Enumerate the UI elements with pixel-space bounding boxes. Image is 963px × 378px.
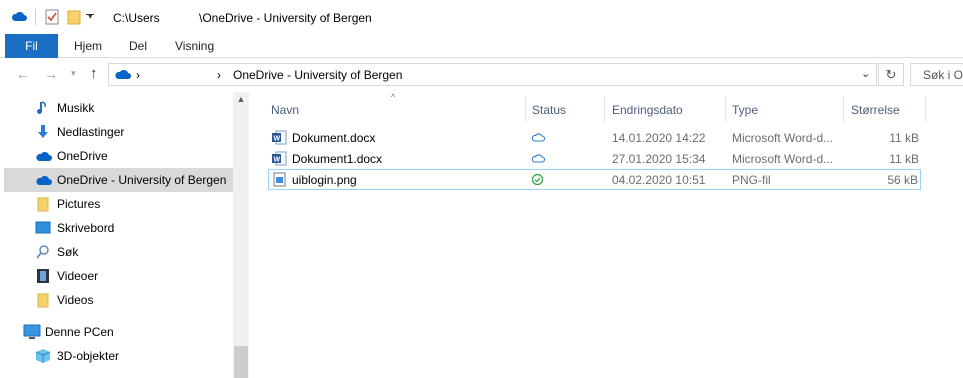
- file-row[interactable]: W Dokument1.docx 27.01.2020 15:34 Micros…: [268, 148, 921, 169]
- download-icon: [35, 124, 51, 140]
- sidebar-item-music[interactable]: Musikk: [4, 96, 233, 120]
- image-icon: [272, 172, 287, 187]
- sidebar-item-onedrive-uib[interactable]: OneDrive - University of Bergen: [4, 168, 233, 192]
- file-type: PNG-fil: [732, 173, 771, 187]
- cube-icon: [35, 348, 51, 364]
- address-dropdown-chevron-icon[interactable]: ⌄: [861, 67, 870, 80]
- sidebar-scroll-thumb[interactable]: [234, 346, 248, 378]
- new-folder-icon[interactable]: [67, 9, 81, 28]
- synced-check-icon: [531, 173, 545, 186]
- search-placeholder: Søk i On: [923, 68, 963, 82]
- customize-toolbar-icon[interactable]: ▾: [88, 11, 93, 22]
- sidebar-item-3d-objects[interactable]: 3D-objekter: [4, 344, 233, 368]
- file-date: 04.02.2020 10:51: [612, 173, 706, 187]
- sidebar-item-videos[interactable]: Videos: [4, 288, 233, 312]
- file-size: 56 kB: [887, 173, 918, 187]
- breadcrumb-location[interactable]: OneDrive - University of Bergen: [233, 68, 402, 82]
- column-header-name[interactable]: Navn: [271, 96, 525, 122]
- up-arrow-icon[interactable]: ↑: [90, 65, 98, 82]
- column-divider[interactable]: [925, 96, 926, 122]
- sidebar-item-videoer[interactable]: Videoer: [4, 264, 233, 288]
- window-path-prefix: C:\Users: [113, 11, 160, 25]
- sidebar-item-label: Nedlastinger: [57, 125, 125, 139]
- sidebar-item-label: Denne PCen: [45, 325, 114, 339]
- file-type: Microsoft Word-d...: [732, 131, 834, 145]
- folder-icon: [35, 196, 51, 212]
- sidebar-item-label: 3D-objekter: [57, 349, 120, 363]
- onedrive-cloud-icon: [11, 11, 27, 25]
- recent-locations-chevron-icon[interactable]: ▾: [71, 68, 76, 79]
- music-icon: [35, 100, 51, 116]
- folder-icon: [35, 292, 51, 308]
- properties-icon[interactable]: [45, 9, 59, 28]
- sidebar-item-desktop[interactable]: Skrivebord: [4, 216, 233, 240]
- sidebar-item-label: Skrivebord: [57, 221, 115, 235]
- back-arrow-icon[interactable]: ←: [16, 66, 30, 82]
- column-header-size[interactable]: Størrelse: [851, 96, 931, 122]
- address-bar[interactable]: › › OneDrive - University of Bergen ⌄: [108, 63, 877, 86]
- column-divider[interactable]: [843, 96, 844, 122]
- sidebar-item-search[interactable]: Søk: [4, 240, 233, 264]
- file-size: 11 kB: [889, 131, 919, 145]
- column-header-type[interactable]: Type: [732, 96, 842, 122]
- tab-file[interactable]: Fil: [5, 34, 58, 58]
- sidebar-item-label: OneDrive - University of Bergen: [57, 173, 227, 187]
- computer-icon: [23, 324, 41, 340]
- navigation-pane: Musikk Nedlastinger OneDrive OneDrive - …: [0, 92, 249, 378]
- file-row[interactable]: W Dokument.docx 14.01.2020 14:22 Microso…: [268, 127, 921, 148]
- sidebar-item-label: Videoer: [57, 269, 99, 283]
- refresh-button[interactable]: ↻: [878, 63, 904, 86]
- svg-text:W: W: [274, 136, 281, 143]
- window-path-suffix: \OneDrive - University of Bergen: [199, 11, 372, 25]
- sidebar-item-label: Pictures: [57, 197, 101, 211]
- sidebar-scrollbar[interactable]: [233, 92, 249, 378]
- sidebar-item-pictures[interactable]: Pictures: [4, 192, 233, 216]
- file-row-selected[interactable]: uiblogin.png 04.02.2020 10:51 PNG-fil 56…: [268, 169, 921, 190]
- file-date: 14.01.2020 14:22: [612, 131, 706, 145]
- search-box[interactable]: Søk i On: [910, 63, 963, 86]
- column-header-status[interactable]: Status: [532, 96, 602, 122]
- desktop-icon: [35, 220, 51, 236]
- column-header-date[interactable]: Endringsdato: [612, 96, 722, 122]
- cloud-status-icon: [531, 131, 546, 144]
- file-name: Dokument.docx: [292, 131, 376, 145]
- sidebar-item-label: OneDrive: [57, 149, 108, 163]
- toolbar-dash: [86, 14, 94, 15]
- column-divider[interactable]: [604, 96, 605, 122]
- file-type: Microsoft Word-d...: [732, 152, 834, 166]
- file-name: Dokument1.docx: [292, 152, 383, 166]
- breadcrumb-separator[interactable]: ›: [136, 68, 140, 82]
- film-icon: [35, 268, 51, 284]
- scroll-up-arrow-icon[interactable]: ▲: [233, 94, 249, 106]
- sidebar-item-onedrive[interactable]: OneDrive: [4, 144, 233, 168]
- tab-share[interactable]: Del: [129, 34, 147, 58]
- sidebar-item-this-pc[interactable]: Denne PCen: [0, 320, 221, 344]
- file-size: 11 kB: [889, 152, 919, 166]
- cloud-icon: [35, 148, 52, 164]
- refresh-icon: ↻: [885, 67, 897, 82]
- forward-arrow-icon[interactable]: →: [44, 66, 58, 82]
- sidebar-item-downloads[interactable]: Nedlastinger: [4, 120, 233, 144]
- tab-home[interactable]: Hjem: [74, 34, 102, 58]
- svg-text:W: W: [274, 157, 281, 164]
- title-bar: ▾ C:\Users \OneDrive - University of Ber…: [0, 0, 963, 34]
- search-icon: [35, 244, 51, 260]
- file-date: 27.01.2020 15:34: [612, 152, 706, 166]
- cloud-icon: [35, 172, 52, 188]
- ribbon-tabs: Fil Hjem Del Visning: [0, 34, 963, 58]
- word-icon: W: [272, 130, 287, 145]
- tab-view[interactable]: Visning: [175, 34, 214, 58]
- breadcrumb-separator[interactable]: ›: [217, 68, 221, 82]
- file-name: uiblogin.png: [292, 173, 357, 187]
- column-divider[interactable]: [525, 96, 526, 122]
- sidebar-item-label: Musikk: [57, 101, 95, 115]
- titlebar-divider: [35, 9, 36, 25]
- column-divider[interactable]: [725, 96, 726, 122]
- sidebar-item-label: Søk: [57, 245, 79, 259]
- address-cloud-icon: [114, 69, 131, 83]
- word-icon: W: [272, 151, 287, 166]
- cloud-status-icon: [531, 152, 546, 165]
- sidebar-item-label: Videos: [57, 293, 94, 307]
